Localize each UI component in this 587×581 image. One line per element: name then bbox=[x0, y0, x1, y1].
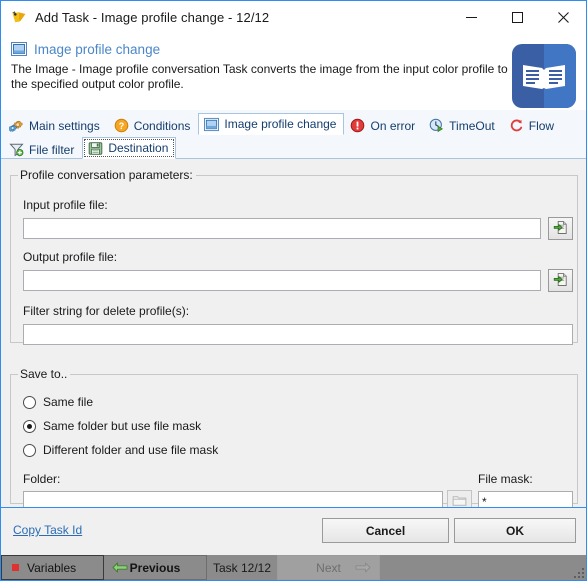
tab-image-profile-change[interactable]: Image profile change bbox=[198, 113, 345, 135]
tab-on-error[interactable]: On error bbox=[344, 115, 423, 135]
task-header-title: Image profile change bbox=[34, 41, 161, 57]
tab-main-settings[interactable]: Main settings bbox=[3, 115, 108, 135]
minimize-icon[interactable] bbox=[448, 1, 494, 34]
input-profile-label: Input profile file: bbox=[23, 198, 108, 212]
tab-label: File filter bbox=[29, 142, 75, 157]
save-to-group: Save to.. Same file Same folder but use … bbox=[10, 367, 578, 513]
image-profile-icon bbox=[11, 41, 27, 57]
variables-button[interactable]: Variables bbox=[1, 555, 104, 580]
tab-destination[interactable]: Destination bbox=[82, 137, 177, 159]
output-profile-browse-button[interactable] bbox=[548, 269, 573, 292]
input-profile-browse-button[interactable] bbox=[548, 217, 573, 240]
window-title: Add Task - Image profile change - 12/12 bbox=[35, 10, 270, 25]
radio-label: Different folder and use file mask bbox=[43, 443, 219, 457]
radio-indicator bbox=[23, 395, 36, 409]
radio-indicator bbox=[23, 443, 36, 457]
resize-grip[interactable] bbox=[571, 565, 585, 579]
tab-label: Conditions bbox=[133, 118, 191, 133]
task-counter: Task 12/12 bbox=[207, 555, 277, 580]
close-icon[interactable] bbox=[540, 1, 586, 34]
tab-strip: Main settings ? Conditions Image profile… bbox=[1, 110, 586, 159]
tab-row-secondary: File filter Destination bbox=[1, 134, 586, 159]
tab-label: Image profile change bbox=[224, 117, 337, 131]
radio-label: Same file bbox=[43, 395, 94, 409]
radio-label: Same folder but use file mask bbox=[43, 419, 202, 433]
task-description: The Image - Image profile conversation T… bbox=[11, 62, 508, 91]
copy-task-id-link[interactable]: Copy Task Id bbox=[13, 523, 82, 537]
window-controls bbox=[448, 1, 586, 34]
arrow-right-icon bbox=[355, 562, 371, 576]
ok-button[interactable]: OK bbox=[454, 518, 576, 543]
tab-label: Destination bbox=[108, 141, 169, 155]
error-red-icon bbox=[350, 118, 365, 133]
arrow-left-icon bbox=[112, 562, 128, 576]
dialog-footer: Copy Task Id Cancel OK bbox=[1, 507, 586, 555]
filter-string-field[interactable] bbox=[23, 324, 573, 345]
cancel-button[interactable]: Cancel bbox=[322, 518, 449, 543]
task-counter-label: Task 12/12 bbox=[212, 560, 272, 575]
task-header-title-row: Image profile change bbox=[11, 41, 576, 57]
profile-parameters-legend: Profile conversation parameters: bbox=[20, 168, 193, 182]
variables-label: Variables bbox=[27, 560, 77, 575]
add-task-dialog: Add Task - Image profile change - 12/12 bbox=[0, 0, 587, 581]
title-bar: Add Task - Image profile change - 12/12 bbox=[1, 1, 586, 35]
image-profile-icon bbox=[204, 117, 220, 132]
task-header: Image profile change The Image - Image p… bbox=[1, 35, 586, 110]
tab-label: Main settings bbox=[29, 118, 100, 133]
flow-red-icon bbox=[509, 118, 524, 133]
destination-panel: Profile conversation parameters: Input p… bbox=[1, 159, 586, 513]
save-to-legend: Save to.. bbox=[20, 367, 68, 381]
folder-label: Folder: bbox=[23, 472, 61, 486]
book-icon bbox=[512, 44, 576, 108]
tab-row-primary: Main settings ? Conditions Image profile… bbox=[1, 112, 586, 135]
gears-icon bbox=[8, 118, 24, 133]
output-profile-field[interactable] bbox=[23, 270, 541, 291]
tab-label: Flow bbox=[528, 118, 555, 133]
previous-button[interactable]: Previous bbox=[104, 555, 207, 580]
tab-label: TimeOut bbox=[449, 118, 495, 133]
save-disk-icon bbox=[88, 141, 103, 156]
radio-indicator bbox=[23, 419, 36, 433]
tab-flow[interactable]: Flow bbox=[503, 115, 562, 135]
tab-timeout[interactable]: TimeOut bbox=[423, 115, 503, 135]
variables-dot-icon bbox=[12, 564, 19, 571]
previous-label: Previous bbox=[129, 560, 181, 575]
profile-parameters-group: Profile conversation parameters: Input p… bbox=[10, 168, 578, 345]
tab-label: On error bbox=[370, 118, 416, 133]
svg-text:?: ? bbox=[118, 121, 124, 131]
radio-same-folder-file-mask[interactable]: Same folder but use file mask bbox=[23, 419, 201, 433]
tab-file-filter[interactable]: File filter bbox=[3, 139, 82, 159]
status-bar: Variables Previous Task 12/12 Next bbox=[1, 555, 586, 580]
radio-same-file[interactable]: Same file bbox=[23, 395, 93, 409]
file-mask-label: File mask: bbox=[478, 472, 533, 486]
tab-conditions[interactable]: ? Conditions bbox=[108, 115, 199, 135]
open-file-icon bbox=[553, 272, 568, 290]
radio-different-folder-file-mask[interactable]: Different folder and use file mask bbox=[23, 443, 218, 457]
question-orange-icon: ? bbox=[114, 118, 129, 133]
input-profile-field[interactable] bbox=[23, 218, 541, 239]
clock-green-icon bbox=[429, 118, 444, 133]
next-label: Next bbox=[316, 560, 341, 575]
maximize-icon[interactable] bbox=[494, 1, 540, 34]
app-bird-icon bbox=[10, 9, 28, 27]
output-profile-label: Output profile file: bbox=[23, 250, 118, 264]
filter-icon bbox=[9, 142, 24, 157]
filter-string-label: Filter string for delete profile(s): bbox=[23, 304, 190, 318]
open-file-icon bbox=[553, 220, 568, 238]
next-button[interactable]: Next bbox=[277, 555, 380, 580]
